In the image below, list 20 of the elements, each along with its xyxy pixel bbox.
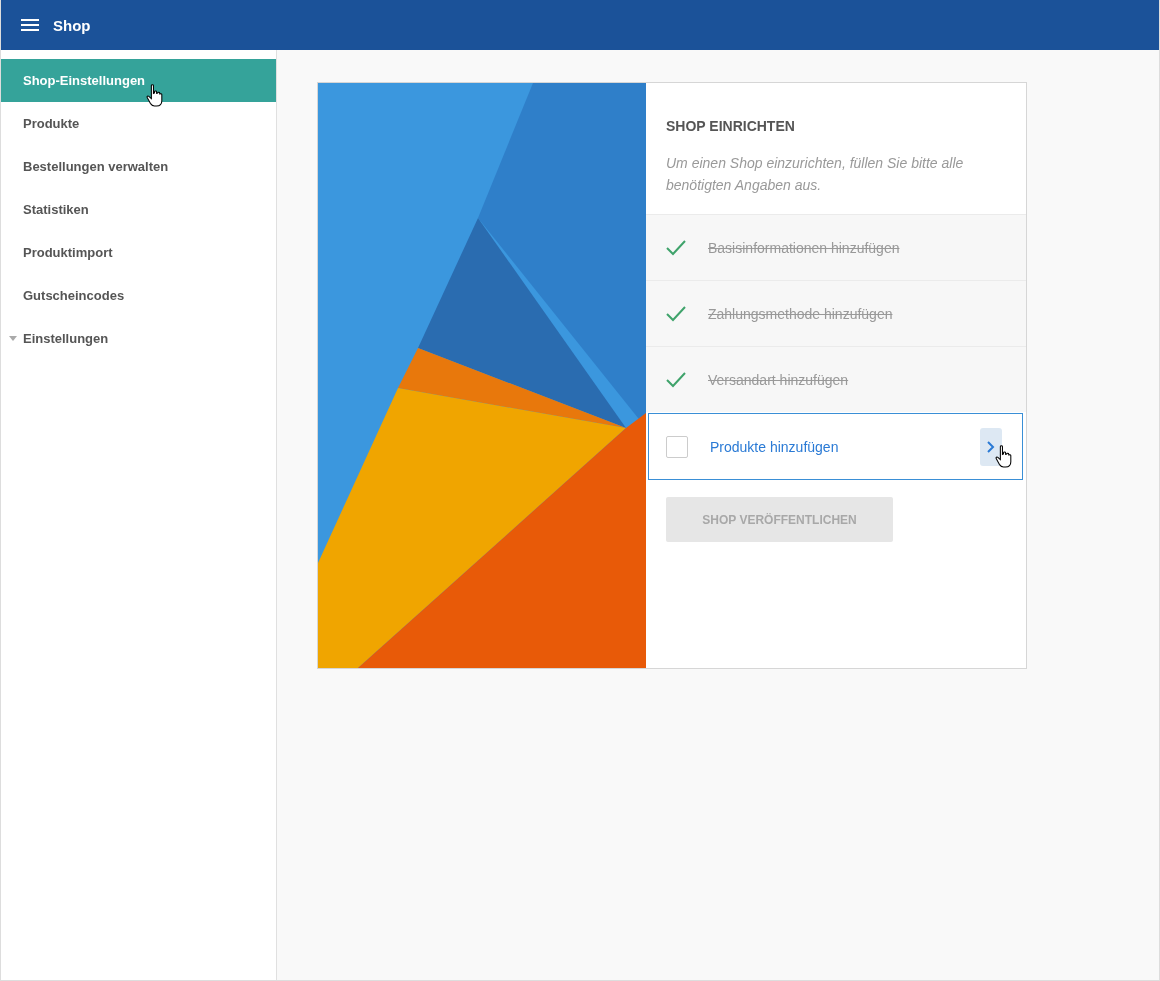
check-icon: [666, 239, 686, 256]
check-icon: [666, 371, 686, 388]
hand-cursor-icon: [995, 445, 1012, 468]
checkbox[interactable]: [666, 435, 688, 458]
sidebar-item[interactable]: Statistiken: [1, 188, 276, 231]
sidebar-item[interactable]: Produktimport: [1, 231, 276, 274]
card-description: Um einen Shop einzurichten, füllen Sie bitte alle benötigten Angaben aus.: [666, 154, 965, 195]
chevron-button[interactable]: [980, 427, 1002, 466]
card-title: SHOP EINRICHTEN: [666, 118, 796, 134]
menu-icon[interactable]: [21, 19, 39, 31]
hand-cursor-icon: [146, 84, 163, 107]
caret-icon: [9, 336, 17, 341]
chevron-icon: [987, 440, 995, 453]
sidebar-item[interactable]: Produkte: [1, 102, 276, 145]
app-title: Shop: [53, 16, 91, 34]
sidebar-item[interactable]: Gutscheincodes: [1, 274, 276, 317]
sidebar-item[interactable]: Einstellungen: [1, 317, 276, 360]
check-icon: [666, 305, 686, 322]
sidebar-item[interactable]: Bestellungen verwalten: [1, 145, 276, 188]
checklist-step[interactable]: Produkte hinzufügen: [648, 413, 1023, 480]
